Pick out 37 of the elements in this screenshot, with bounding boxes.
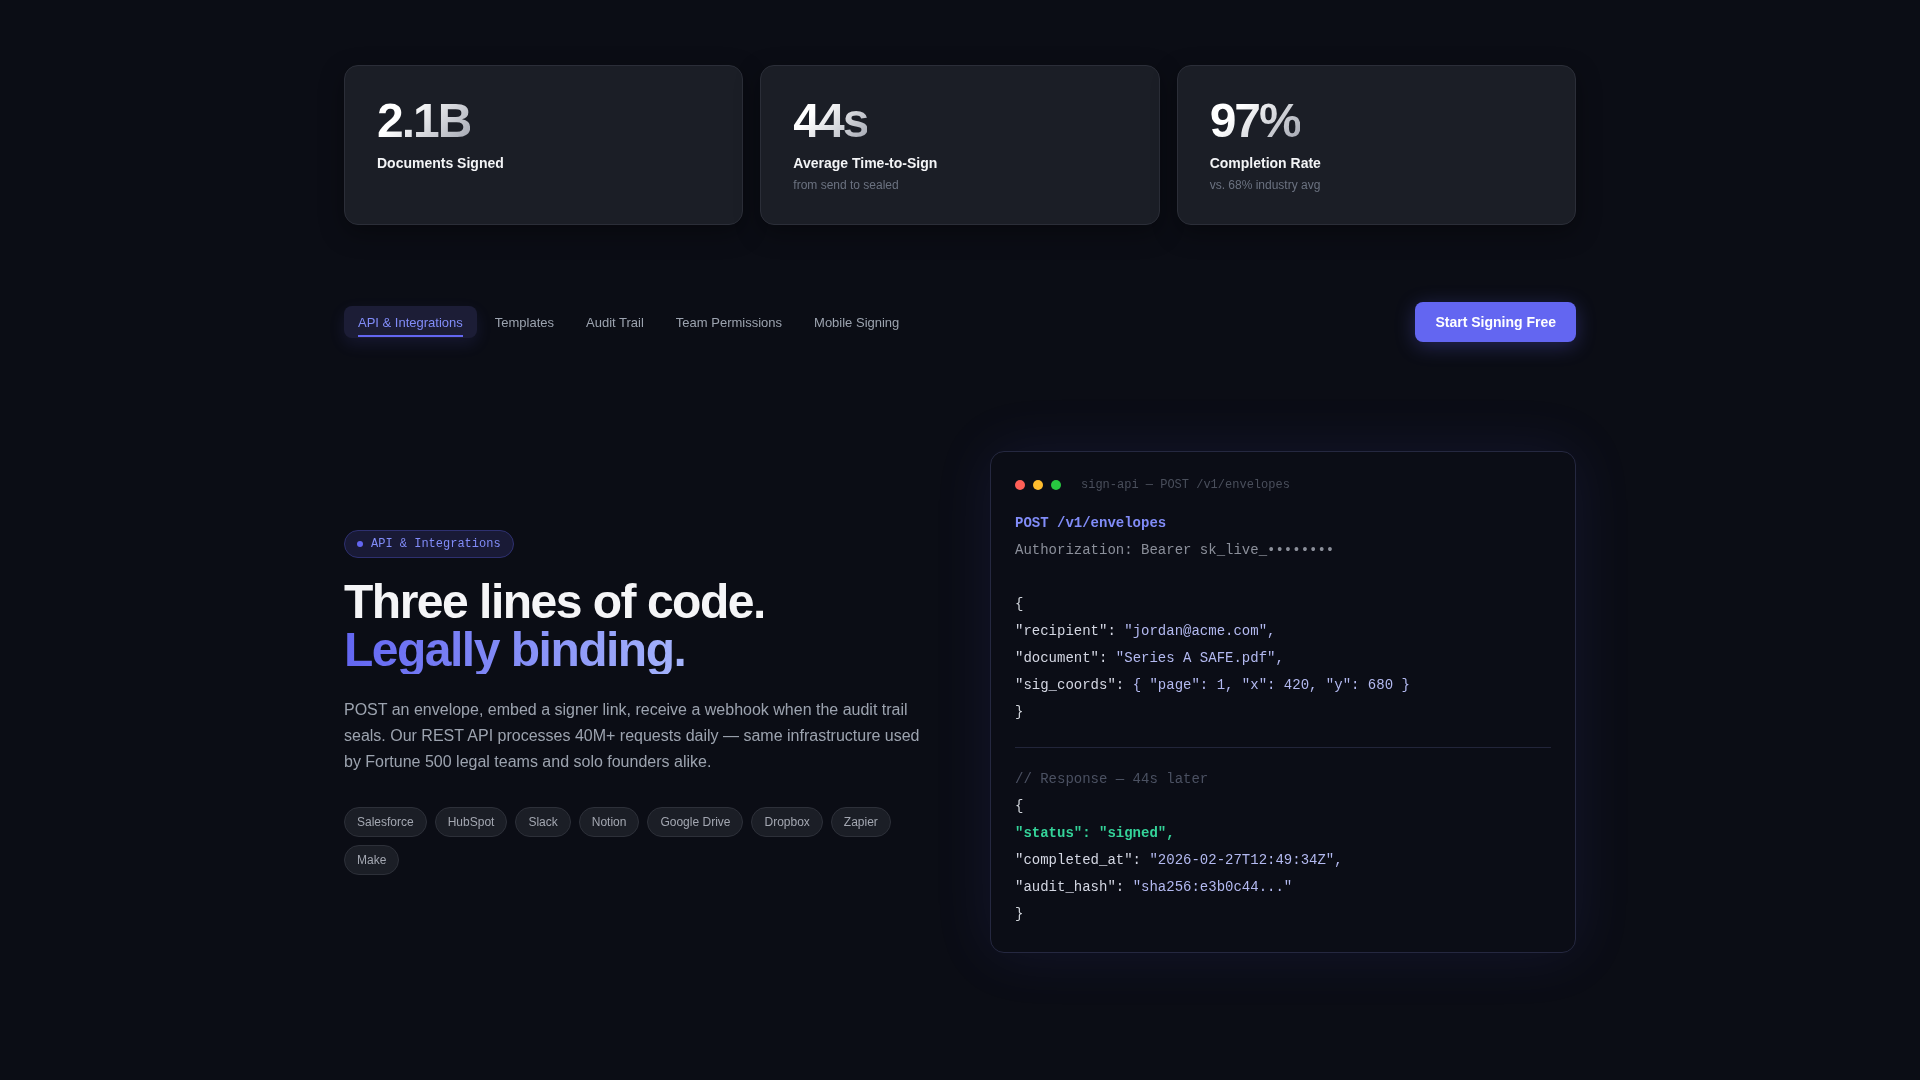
code-line: }	[1015, 905, 1024, 924]
headline: Three lines of code.	[344, 577, 765, 626]
code-line: Authorization: Bearer sk_live_••••••••	[1015, 541, 1335, 560]
integration-tag: Zapier	[830, 806, 891, 837]
integration-tag: HubSpot	[434, 806, 508, 837]
window-title: sign-api — POST /v1/envelopes	[1081, 478, 1290, 492]
tab[interactable]: Mobile Signing	[800, 306, 914, 338]
code-line: "status": "signed",	[1015, 824, 1175, 843]
tab[interactable]: Team Permissions	[661, 306, 797, 338]
stat-label: Completion Rate	[1209, 154, 1321, 173]
stat-label: Average Time-to-Sign	[793, 154, 938, 173]
code-line: "recipient": "jordan@acme.com",	[1015, 622, 1276, 641]
start-signing-button[interactable]: Start Signing Free	[1415, 302, 1576, 342]
tab[interactable]: API & Integrations	[344, 306, 477, 338]
code-line: "audit_hash": "sha256:e3b0c44..."	[1015, 878, 1293, 897]
code-line: "sig_coords": { "page": 1, "x": 420, "y": 680 }	[1015, 676, 1410, 695]
tab[interactable]: Templates	[480, 306, 569, 338]
integration-tag: Google Drive	[647, 806, 744, 837]
code-line: }	[1015, 703, 1024, 722]
integration-tag: Slack	[515, 806, 571, 837]
code-line: {	[1015, 797, 1024, 816]
integration-tag: Salesforce	[344, 806, 427, 837]
code-line: "document": "Series A SAFE.pdf",	[1015, 649, 1284, 668]
stat-note: vs. 68% industry avg	[1209, 177, 1321, 193]
badge-label: API & Integrations	[371, 536, 501, 551]
code-line: "completed_at": "2026-02-27T12:49:34Z",	[1015, 851, 1343, 870]
integration-tag: Make	[344, 844, 400, 875]
code-comment: // Response — 44s later	[1015, 770, 1209, 789]
integration-tag: Notion	[578, 806, 640, 837]
code-line: {	[1015, 595, 1024, 614]
stat-label: Documents Signed	[377, 154, 504, 173]
stat-note: from send to sealed	[793, 177, 899, 193]
code-line: POST /v1/envelopes	[1015, 514, 1167, 533]
dot-icon	[357, 540, 363, 547]
integration-tag: Dropbox	[751, 806, 823, 837]
hero-description: POST an envelope, embed a signer link, receive a webhook when the audit trail seals. Our REST API processes 40M+ requests daily — same infrastructure used by Fortune 500 legal teams and solo founders alike.	[344, 699, 921, 772]
tab[interactable]: Audit Trail	[572, 306, 658, 338]
